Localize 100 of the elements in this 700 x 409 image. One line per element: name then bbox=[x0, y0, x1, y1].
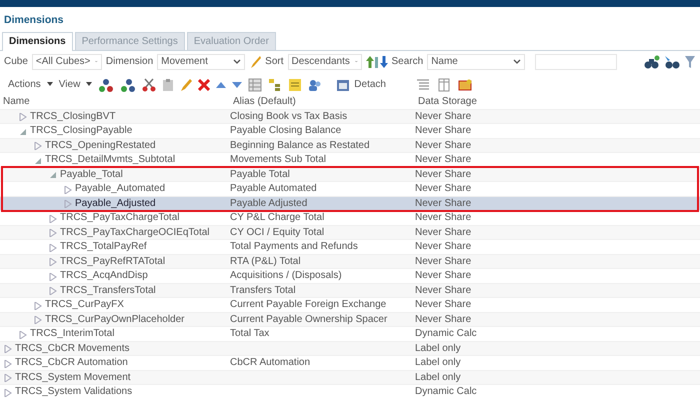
tree-icon[interactable] bbox=[268, 78, 282, 92]
table-cell: Never Share bbox=[415, 125, 472, 136]
caret-down-icon[interactable] bbox=[86, 82, 92, 88]
table-cell: Never Share bbox=[415, 256, 472, 267]
expand-icon[interactable] bbox=[4, 360, 12, 368]
table-cell: Dynamic Calc bbox=[415, 386, 477, 398]
dropdown[interactable]: Name bbox=[427, 54, 526, 70]
collapse-icon[interactable] bbox=[34, 156, 42, 164]
tree-node[interactable]: TRCS_CbCR Movements bbox=[15, 342, 130, 356]
table-cell: Never Share bbox=[415, 226, 472, 238]
tree-node[interactable]: TRCS_OpeningRestated bbox=[45, 138, 156, 154]
move-down-icon[interactable] bbox=[232, 80, 242, 89]
actions-menu[interactable]: Actions bbox=[8, 77, 41, 92]
table-cell: Never Share bbox=[415, 110, 472, 122]
expand-icon[interactable] bbox=[34, 302, 42, 310]
scissors-icon[interactable] bbox=[142, 78, 156, 92]
tree-node[interactable]: Payable_Adjusted bbox=[75, 196, 156, 212]
expand-icon[interactable] bbox=[49, 244, 57, 252]
table-cell: Never Share bbox=[415, 270, 472, 282]
tree-node[interactable]: TRCS_TransfersTotal bbox=[60, 284, 156, 298]
table-cell: Current Payable Ownership Spacer bbox=[230, 314, 388, 325]
folder-icon[interactable] bbox=[458, 78, 472, 92]
users-icon[interactable] bbox=[308, 78, 322, 92]
table-icon[interactable] bbox=[438, 78, 450, 92]
binoculars-icon[interactable] bbox=[664, 54, 680, 69]
filter-icon[interactable] bbox=[684, 54, 696, 69]
binoculars-icon[interactable] bbox=[644, 54, 660, 69]
table-cell: Beginning Balance as Restated bbox=[230, 140, 370, 151]
expand-icon[interactable] bbox=[34, 316, 42, 324]
table-cell: Label only bbox=[415, 372, 461, 383]
collapse-icon[interactable] bbox=[49, 171, 57, 179]
dropdown[interactable]: <All Cubes> bbox=[32, 54, 102, 70]
tree-node[interactable]: TRCS_CbCR Automation bbox=[15, 356, 128, 371]
detach-button[interactable]: Detach bbox=[336, 77, 386, 92]
cube-label: Cube bbox=[4, 55, 28, 70]
chevron-down-icon[interactable] bbox=[233, 58, 242, 66]
dropdown[interactable]: Descendants bbox=[288, 54, 362, 70]
table-cell: CY P&L Charge Total bbox=[230, 212, 324, 224]
tree-node[interactable]: TRCS_InterimTotal bbox=[30, 327, 114, 342]
tab[interactable]: Dimensions bbox=[2, 32, 73, 51]
dropdown[interactable]: Movement bbox=[157, 54, 246, 70]
list-icon[interactable] bbox=[416, 78, 430, 92]
expand-icon[interactable] bbox=[34, 142, 42, 150]
caret-down-icon[interactable] bbox=[46, 82, 53, 88]
tree-node[interactable]: TRCS_CurPayFX bbox=[45, 298, 124, 313]
window-icon[interactable] bbox=[336, 78, 350, 92]
sort-label: Sort bbox=[265, 55, 284, 70]
tree-node[interactable]: TRCS_ClosingPayable bbox=[30, 124, 132, 139]
tree-node[interactable]: Payable_Automated bbox=[75, 182, 166, 197]
table-cell: Closing Book vs Tax Basis bbox=[230, 110, 348, 122]
table-cell: Movements Sub Total bbox=[230, 154, 326, 166]
view-menu[interactable]: View bbox=[58, 77, 80, 92]
grid-icon[interactable] bbox=[248, 78, 262, 92]
table-cell: Payable Adjusted bbox=[230, 198, 308, 209]
expand-icon[interactable] bbox=[4, 388, 12, 396]
move-up-icon[interactable] bbox=[216, 80, 226, 89]
expand-icon[interactable] bbox=[64, 186, 72, 194]
sheet-icon[interactable] bbox=[288, 78, 302, 92]
paste-icon[interactable] bbox=[162, 78, 174, 92]
expand-icon[interactable] bbox=[64, 200, 72, 208]
pencil-icon[interactable] bbox=[249, 54, 262, 69]
table-cell: Payable Total bbox=[230, 168, 290, 180]
tree-node[interactable]: TRCS_ClosingBVT bbox=[30, 110, 116, 124]
table-cell: Dynamic Calc bbox=[415, 328, 477, 340]
expand-icon[interactable] bbox=[19, 113, 27, 121]
expand-icon[interactable] bbox=[19, 330, 27, 338]
column-header: Name bbox=[3, 94, 31, 109]
tree-node[interactable]: TRCS_PayTaxChargeTotal bbox=[60, 211, 180, 226]
tree-node[interactable]: TRCS_PayRefRTATotal bbox=[60, 254, 166, 270]
tree-node[interactable]: TRCS_DetailMvmts_Subtotal bbox=[45, 153, 176, 168]
dimension-label: Dimension bbox=[106, 55, 154, 70]
expand-icon[interactable] bbox=[49, 258, 57, 266]
table-cell: Never Share bbox=[415, 299, 472, 310]
expand-icon[interactable] bbox=[4, 345, 12, 353]
table-cell: Never Share bbox=[415, 198, 472, 209]
search-field[interactable] bbox=[535, 54, 618, 70]
sort-arrows-icon[interactable] bbox=[366, 54, 388, 69]
tree-node[interactable]: TRCS_CurPayOwnPlaceholder bbox=[45, 312, 185, 328]
table-cell: Never Share bbox=[415, 140, 472, 151]
expand-icon[interactable] bbox=[49, 229, 57, 237]
table-cell: Never Share bbox=[415, 284, 472, 296]
delete-icon[interactable] bbox=[198, 78, 210, 91]
pencil-icon[interactable] bbox=[180, 78, 192, 92]
page-title: Dimensions bbox=[3, 13, 65, 28]
expand-icon[interactable] bbox=[4, 374, 12, 382]
tree-node[interactable]: Payable_Total bbox=[60, 168, 123, 182]
expand-icon[interactable] bbox=[49, 214, 57, 222]
table-cell: Payable Closing Balance bbox=[230, 125, 342, 136]
tree-node[interactable]: TRCS_AcqAndDisp bbox=[60, 269, 148, 284]
tree-node[interactable]: TRCS_System Movement bbox=[15, 370, 131, 386]
expand-icon[interactable] bbox=[49, 272, 57, 280]
table-cell: Payable Automated bbox=[230, 183, 317, 194]
collapse-icon[interactable] bbox=[19, 128, 27, 136]
expand-icon[interactable] bbox=[49, 287, 57, 295]
tree-node[interactable]: TRCS_PayTaxChargeOCIEqTotal bbox=[60, 226, 210, 240]
table-cell: Never Share bbox=[415, 314, 472, 325]
column-header: Alias (Default) bbox=[233, 94, 297, 109]
tree-node[interactable]: TRCS_TotalPayRef bbox=[60, 240, 147, 255]
tree-node[interactable]: TRCS_System Validations bbox=[15, 385, 132, 400]
chevron-down-icon[interactable] bbox=[513, 58, 522, 66]
